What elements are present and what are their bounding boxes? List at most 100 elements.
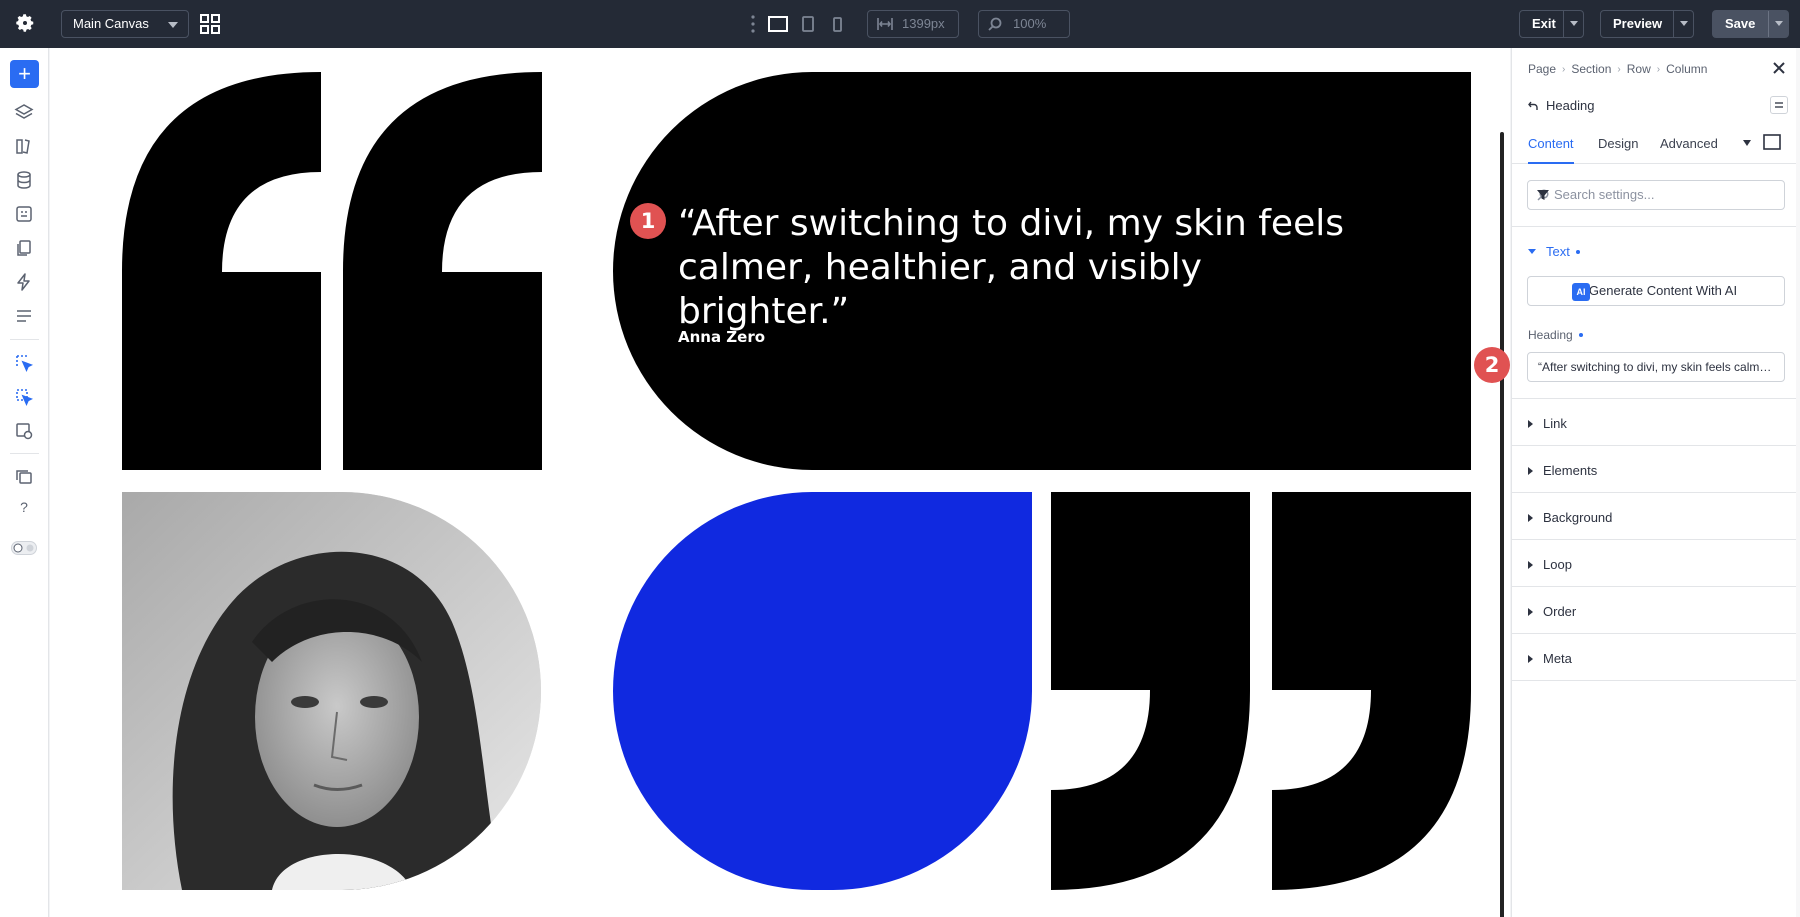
top-toolbar: Main Canvas 1399px 100% Exit Preview Sav… [0,0,1800,48]
desktop-view-button[interactable] [766,12,790,36]
testimonial-author[interactable]: Anna Zero [678,328,765,346]
sliders-icon [1775,102,1783,108]
section-divider [1512,445,1800,446]
add-element-button[interactable]: + [10,60,39,88]
elements-section-header[interactable]: Elements [1528,463,1597,478]
section-divider [1512,539,1800,540]
close-icon[interactable] [1772,61,1786,75]
element-options-button[interactable] [1770,96,1788,114]
portrait-image [122,492,541,890]
layers-icon[interactable] [14,102,34,122]
chevron-right-icon: › [1562,63,1566,75]
settings-tabs: Content Design Advanced [1512,132,1800,164]
meta-section-header[interactable]: Meta [1528,651,1572,666]
chevron-down-icon[interactable] [1743,140,1751,146]
chevron-down-icon [168,22,178,28]
gear-icon[interactable] [14,12,36,34]
pages-icon[interactable] [14,238,34,258]
caret-right-icon [1528,607,1533,616]
section-label: Elements [1543,463,1598,478]
database-icon[interactable] [14,170,34,190]
breadcrumb-section[interactable]: Section [1571,62,1611,76]
loop-section-header[interactable]: Loop [1528,557,1572,572]
breadcrumb-column[interactable]: Column [1666,62,1707,76]
section-divider [1512,680,1800,681]
caret-right-icon [1528,419,1533,428]
copy-icon[interactable] [14,467,34,487]
canvas-grid-icon[interactable] [199,13,221,35]
add-label: + [18,61,31,86]
opening-quote-shapes [122,72,542,470]
order-section-header[interactable]: Order [1528,604,1576,619]
section-label: Meta [1543,651,1572,666]
main-canvas[interactable]: “After switching to divi, my skin feels … [50,48,1510,917]
tab-content[interactable]: Content [1528,132,1574,164]
zoom-field[interactable]: 100% [978,10,1070,38]
generate-ai-button[interactable]: AI Generate Content With AI [1527,276,1785,306]
breadcrumb-row[interactable]: Row [1627,62,1651,76]
mode-toggle[interactable] [11,541,37,555]
portability-icon[interactable] [14,204,34,224]
zoom-value: 100% [1013,16,1047,31]
canvas-select-label: Main Canvas [73,16,149,31]
toolbar-divider [10,339,39,340]
heading-text-field[interactable]: “After switching to divi, my skin feels … [1527,352,1785,382]
tab-advanced[interactable]: Advanced [1660,132,1718,164]
ai-icon: AI [1572,283,1590,301]
section-divider [1512,398,1800,399]
preview-button[interactable]: Preview [1600,10,1694,38]
testimonial-heading[interactable]: “After switching to divi, my skin feels … [678,202,1358,334]
help-label: ? [20,499,28,515]
section-divider [1512,633,1800,634]
text-section-header[interactable]: Text [1528,244,1580,259]
caret-right-icon [1528,466,1533,475]
blue-shape [613,492,1032,890]
lightning-icon[interactable] [14,272,34,292]
background-section-header[interactable]: Background [1528,510,1612,525]
save-button[interactable]: Save [1712,10,1789,38]
section-divider [1512,226,1800,227]
canvas-scrollbar[interactable] [1500,132,1504,917]
phone-view-button[interactable] [825,12,849,36]
modified-indicator [1578,333,1583,337]
link-section-header[interactable]: Link [1528,416,1567,431]
preview-dropdown-chevron-icon[interactable] [1673,11,1693,37]
preview-label: Preview [1613,16,1663,31]
library-icon[interactable] [14,136,34,156]
exit-dropdown-chevron-icon[interactable] [1563,11,1583,37]
chevron-right-icon: › [1656,63,1661,75]
modified-indicator [1575,249,1580,254]
section-label: Order [1543,604,1577,619]
section-label: Background [1543,510,1613,525]
element-title: Heading [1528,98,1594,113]
section-label: Loop [1543,557,1572,572]
multi-select-icon[interactable] [14,387,34,407]
panel-scrollbar[interactable] [1796,48,1800,917]
help-icon[interactable]: ? [14,499,34,519]
select-icon[interactable] [14,353,34,373]
filter-icon[interactable] [1537,189,1549,201]
section-label: Link [1543,416,1567,431]
portrait-photo [122,492,541,890]
more-vertical-icon[interactable] [751,15,755,33]
canvas-select[interactable]: Main Canvas [61,10,189,38]
search-placeholder: Search settings... [1554,187,1655,202]
exit-button[interactable]: Exit [1519,10,1584,38]
settings-search-input[interactable]: Search settings... [1527,180,1785,210]
save-dropdown-chevron-icon[interactable] [1768,11,1788,37]
canvas-width-field[interactable]: 1399px [867,10,959,38]
tablet-view-button[interactable] [796,12,820,36]
theme-builder-icon[interactable] [14,421,34,441]
exit-label: Exit [1532,16,1556,31]
tab-design[interactable]: Design [1598,132,1638,164]
caret-right-icon [1528,560,1533,569]
back-arrow-icon[interactable] [1528,101,1538,111]
generate-ai-label: Generate Content With AI [1588,283,1738,298]
settings-list-icon[interactable] [14,306,34,326]
desktop-icon[interactable] [1763,134,1781,150]
zoom-icon [988,17,1002,31]
breadcrumb-page[interactable]: Page [1528,62,1556,76]
desktop-icon [768,16,788,32]
step-marker-2: 2 [1474,347,1510,383]
canvas-width-value: 1399px [902,16,945,31]
